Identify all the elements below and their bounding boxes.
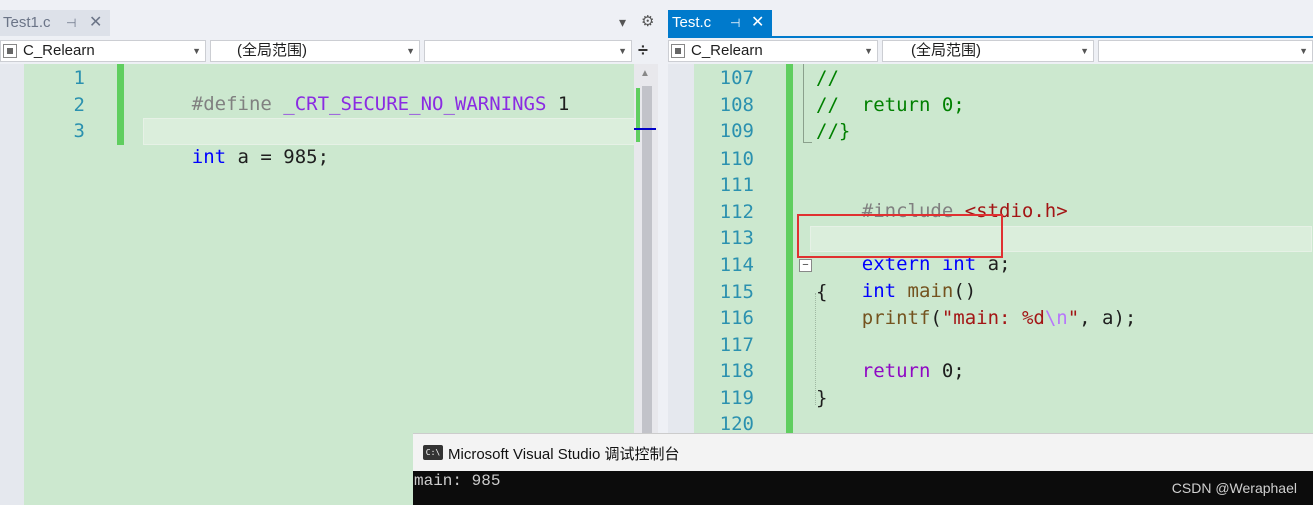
code-line-comment: // xyxy=(816,67,839,89)
console-titlebar[interactable]: C:\ Microsoft Visual Studio 调试控制台 xyxy=(413,433,1313,472)
code-line-include: #include <stdio.h> xyxy=(816,172,1068,222)
chevron-down-icon: ▼ xyxy=(192,46,201,56)
gear-icon[interactable]: ⚙ xyxy=(641,12,654,30)
line-number: 117 xyxy=(719,334,754,356)
code-line-brace: } xyxy=(816,387,828,409)
code-line-printf: printf("main: %d\n", a); xyxy=(816,305,1137,331)
scroll-up-icon[interactable]: ▲ xyxy=(640,68,650,79)
code-line: #define _CRT_SECURE_NO_WARNINGS 1 xyxy=(146,65,570,115)
line-number: 108 xyxy=(719,94,754,116)
project-label: C_Relearn xyxy=(23,42,95,59)
chevron-down-icon: ▼ xyxy=(1299,46,1308,56)
pin-icon[interactable]: ⊣ xyxy=(730,10,740,36)
tab-test1-c[interactable]: Test1.c ⊣ ✕ xyxy=(0,10,110,36)
code-text: 0; xyxy=(941,360,965,382)
code-line-comment: // return 0; xyxy=(816,94,965,116)
function-name: printf xyxy=(861,307,931,329)
caret-position-marker xyxy=(634,128,656,130)
code-line-return: return 0; xyxy=(816,358,965,384)
line-number: 115 xyxy=(719,281,754,303)
string-literal: "main: xyxy=(941,307,1022,329)
keyword: int xyxy=(191,146,227,168)
pin-icon[interactable]: ⊣ xyxy=(66,10,76,36)
change-bar xyxy=(786,64,793,434)
keyword: int xyxy=(861,280,897,302)
project-dropdown[interactable]: C_Relearn ▼ xyxy=(668,40,878,62)
line-number: 109 xyxy=(719,120,754,142)
project-icon xyxy=(3,44,17,58)
console-output-text: main: 985 xyxy=(414,472,501,490)
line-number: 2 xyxy=(73,94,85,116)
scope-label: (全局范围) xyxy=(237,42,307,59)
highlight-box xyxy=(797,214,1003,258)
line-number: 3 xyxy=(73,120,85,142)
tab-title: Test1.c xyxy=(3,14,51,31)
right-tab-bar: Test.c ⊣ ✕ xyxy=(668,10,1313,38)
console-app-icon: C:\ xyxy=(423,445,443,460)
chevron-down-icon: ▼ xyxy=(1080,46,1089,56)
line-number: 118 xyxy=(719,360,754,382)
macro-name: _CRT_SECURE_NO_WARNINGS xyxy=(283,93,547,115)
console-title: Microsoft Visual Studio 调试控制台 xyxy=(448,446,680,463)
chevron-down-icon: ▼ xyxy=(618,46,627,56)
string-literal: " xyxy=(1067,307,1080,329)
line-number: 110 xyxy=(719,148,754,170)
macro-value: 1 xyxy=(557,93,570,115)
scope-dropdown[interactable]: (全局范围) ▼ xyxy=(210,40,420,62)
collapse-toggle-icon[interactable]: − xyxy=(799,259,812,272)
change-bar xyxy=(117,64,124,145)
code-line-brace: { xyxy=(816,281,828,303)
member-dropdown[interactable]: ▼ xyxy=(1098,40,1313,62)
code-line: int a = 985; xyxy=(146,118,329,168)
keyword: return xyxy=(861,360,931,382)
left-tab-bar: Test1.c ⊣ ✕ ▾ ⚙ xyxy=(0,10,660,36)
scope-dropdown[interactable]: (全局范围) ▼ xyxy=(882,40,1094,62)
line-number: 112 xyxy=(719,201,754,223)
console-output-area[interactable]: main: 985 CSDN @Weraphael xyxy=(413,471,1313,505)
watermark: CSDN @Weraphael xyxy=(1171,480,1297,496)
chevron-down-icon: ▼ xyxy=(406,46,415,56)
code-text: , a); xyxy=(1079,307,1137,329)
close-icon[interactable]: ✕ xyxy=(89,10,102,36)
line-number: 111 xyxy=(719,174,754,196)
code-text: a = 985; xyxy=(237,146,330,168)
escape-sequence: \n xyxy=(1044,307,1068,329)
tab-title: Test.c xyxy=(672,14,712,31)
line-number: 114 xyxy=(719,254,754,276)
right-nav-bar: C_Relearn ▼ (全局范围) ▼ ▼ xyxy=(668,38,1313,64)
chevron-down-icon: ▼ xyxy=(864,46,873,56)
code-text: ( xyxy=(930,307,942,329)
pane-splitter[interactable] xyxy=(658,0,668,505)
format-specifier: %d xyxy=(1021,307,1045,329)
project-dropdown[interactable]: C_Relearn ▼ xyxy=(0,40,206,62)
close-icon[interactable]: ✕ xyxy=(751,10,764,36)
line-number: 1 xyxy=(73,67,85,89)
split-window-icon[interactable]: ÷ xyxy=(638,40,648,61)
code-text: () xyxy=(953,280,977,302)
tab-test-c[interactable]: Test.c ⊣ ✕ xyxy=(668,10,772,36)
scroll-change-marker xyxy=(636,88,640,142)
tab-overflow-icon[interactable]: ▾ xyxy=(619,14,626,31)
project-label: C_Relearn xyxy=(691,42,763,59)
line-number: 107 xyxy=(719,67,754,89)
project-icon xyxy=(671,44,685,58)
line-number: 119 xyxy=(719,387,754,409)
block-bracket xyxy=(803,64,812,143)
scope-label: (全局范围) xyxy=(911,42,981,59)
line-number: 113 xyxy=(719,227,754,249)
member-dropdown[interactable]: ▼ xyxy=(424,40,632,62)
line-number: 116 xyxy=(719,307,754,329)
left-nav-bar: C_Relearn ▼ (全局范围) ▼ ▼ ÷ xyxy=(0,38,660,64)
preprocessor-directive: #define xyxy=(191,93,272,115)
function-name: main xyxy=(907,280,954,302)
left-gutter xyxy=(0,64,24,505)
code-line-comment: //} xyxy=(816,120,851,142)
